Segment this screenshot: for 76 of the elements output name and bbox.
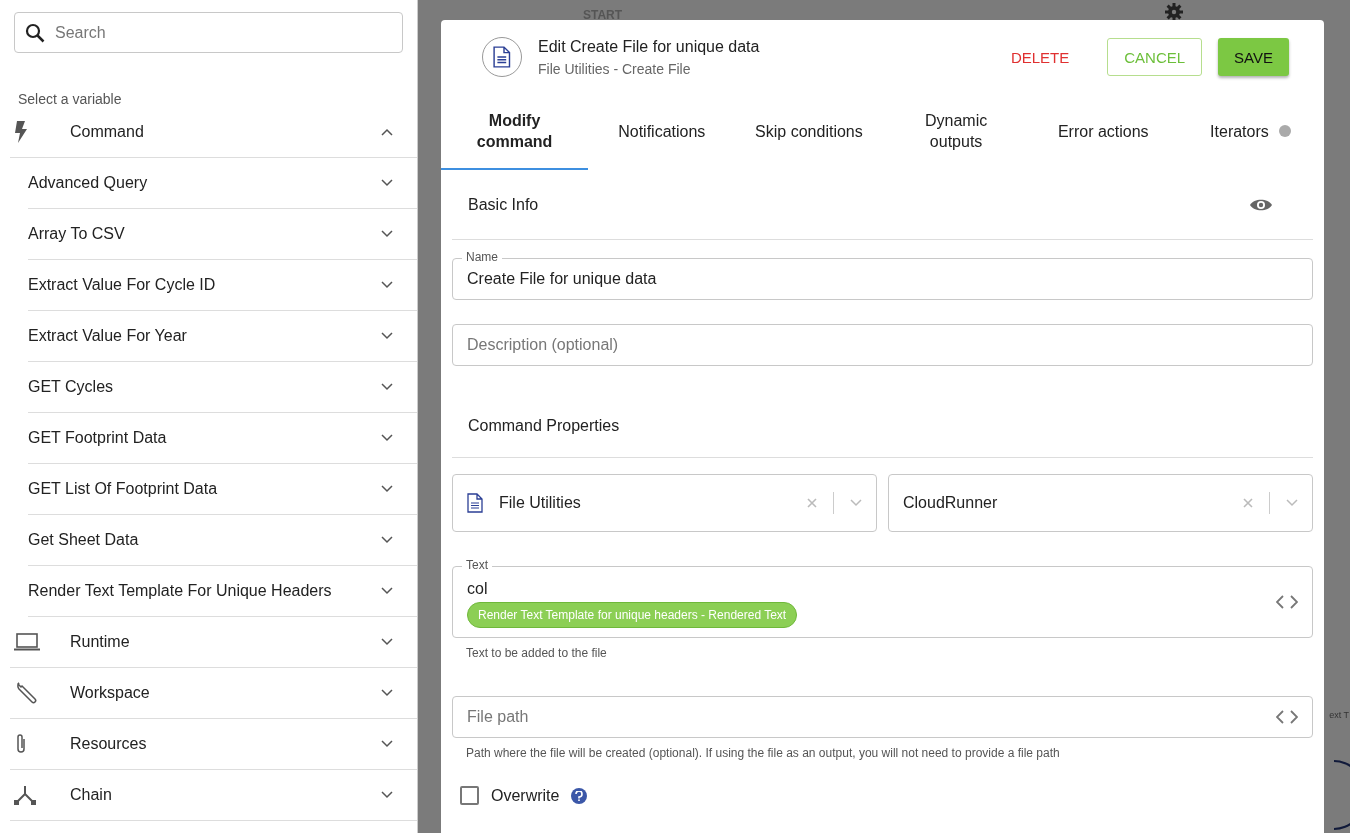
tab[interactable]: Iterators — [1176, 94, 1325, 170]
category-row[interactable]: Command — [10, 107, 417, 158]
variable-row[interactable]: Advanced Query — [28, 158, 417, 209]
category-label: Runtime — [70, 633, 131, 651]
tab[interactable]: Dynamic outputs — [882, 94, 1030, 170]
code-icon[interactable] — [1276, 595, 1298, 609]
chevron-down-icon[interactable] — [381, 791, 393, 799]
text-value: col — [467, 580, 488, 598]
laptop-icon — [14, 633, 40, 651]
branch-icon — [14, 785, 36, 805]
category-row[interactable]: Workspace — [10, 668, 417, 719]
save-button[interactable]: SAVE — [1218, 38, 1289, 76]
variable-row[interactable]: Extract Value For Cycle ID — [28, 260, 417, 311]
variable-row[interactable]: GET List Of Footprint Data — [28, 464, 417, 515]
variable-label: Array To CSV — [28, 225, 126, 243]
section-heading: Basic Info — [468, 195, 539, 214]
variable-label: GET Cycles — [28, 378, 115, 396]
variable-row[interactable]: GET Cycles — [28, 362, 417, 413]
checkbox-label: Overwrite — [491, 786, 560, 805]
variable-label: Get Sheet Data — [28, 531, 140, 549]
section-heading: Command Properties — [468, 416, 620, 435]
variable-row[interactable]: Render Text Template For Unique Headers — [28, 566, 417, 617]
variable-label: Render Text Template For Unique Headers — [28, 582, 333, 600]
chevron-down-icon[interactable] — [381, 434, 393, 442]
code-icon[interactable] — [1276, 710, 1298, 724]
search-placeholder: Search — [55, 23, 107, 42]
tab[interactable]: Modify command — [441, 94, 589, 170]
chevron-down-icon[interactable] — [381, 587, 393, 595]
chevron-down-icon[interactable] — [381, 638, 393, 646]
category-row[interactable]: Chain — [10, 770, 417, 821]
helper-text: Text to be added to the file — [466, 646, 608, 660]
helper-text: Path where the file will be created (optional). If using the file as an output, you will not need to provide a file path — [466, 746, 1061, 760]
chevron-down-icon[interactable] — [381, 383, 393, 391]
section-hint: Select a variable — [18, 91, 123, 107]
variable-label: GET Footprint Data — [28, 429, 168, 447]
search-icon — [25, 22, 45, 43]
variable-row[interactable]: Extract Value For Year — [28, 311, 417, 362]
delete-button[interactable]: DELETE — [994, 38, 1086, 76]
select-value: File Utilities — [499, 494, 582, 512]
variable-label: Extract Value For Cycle ID — [28, 276, 217, 294]
category-label: Chain — [70, 786, 113, 804]
help-icon[interactable] — [571, 787, 588, 804]
tab[interactable]: Skip conditions — [735, 94, 883, 170]
variable-label: GET List Of Footprint Data — [28, 480, 219, 498]
chevron-down-icon[interactable] — [381, 230, 393, 238]
category-label: Command — [70, 123, 145, 141]
chevron-down-icon[interactable] — [381, 332, 393, 340]
variable-row[interactable]: Array To CSV — [28, 209, 417, 260]
tab[interactable]: Notifications — [588, 94, 736, 170]
chevron-down-icon[interactable] — [381, 179, 393, 187]
file-path-field[interactable]: File path — [452, 696, 1313, 738]
dialog-title: Edit Create File for unique data — [538, 37, 761, 56]
checkbox[interactable] — [460, 786, 479, 805]
search-field[interactable]: Search — [14, 12, 403, 53]
variable-label: Advanced Query — [28, 174, 149, 192]
chevron-down-icon[interactable] — [381, 689, 393, 697]
variable-row[interactable]: GET Footprint Data — [28, 413, 417, 464]
dialog-subtitle: File Utilities - Create File — [538, 60, 692, 77]
chevron-down-icon[interactable] — [381, 281, 393, 289]
document-icon — [493, 46, 511, 68]
chevron-down-icon[interactable] — [381, 485, 393, 493]
category-label: Resources — [70, 735, 148, 753]
tab[interactable]: Error actions — [1029, 94, 1177, 170]
paperclip-icon — [14, 733, 28, 755]
description-field[interactable]: Description (optional) — [452, 324, 1313, 366]
category-label: Workspace — [70, 684, 151, 702]
select-value: CloudRunner — [903, 494, 999, 512]
chevron-down-icon[interactable] — [381, 740, 393, 748]
category-row[interactable]: Resources — [10, 719, 417, 770]
node-label: ext T — [1329, 710, 1349, 720]
chevron-up-icon[interactable] — [381, 128, 393, 136]
variable-row[interactable]: Get Sheet Data — [28, 515, 417, 566]
lightning-icon — [14, 121, 28, 143]
chevron-down-icon[interactable] — [381, 536, 393, 544]
variable-label: Extract Value For Year — [28, 327, 188, 345]
category-row[interactable]: Runtime — [10, 617, 417, 668]
